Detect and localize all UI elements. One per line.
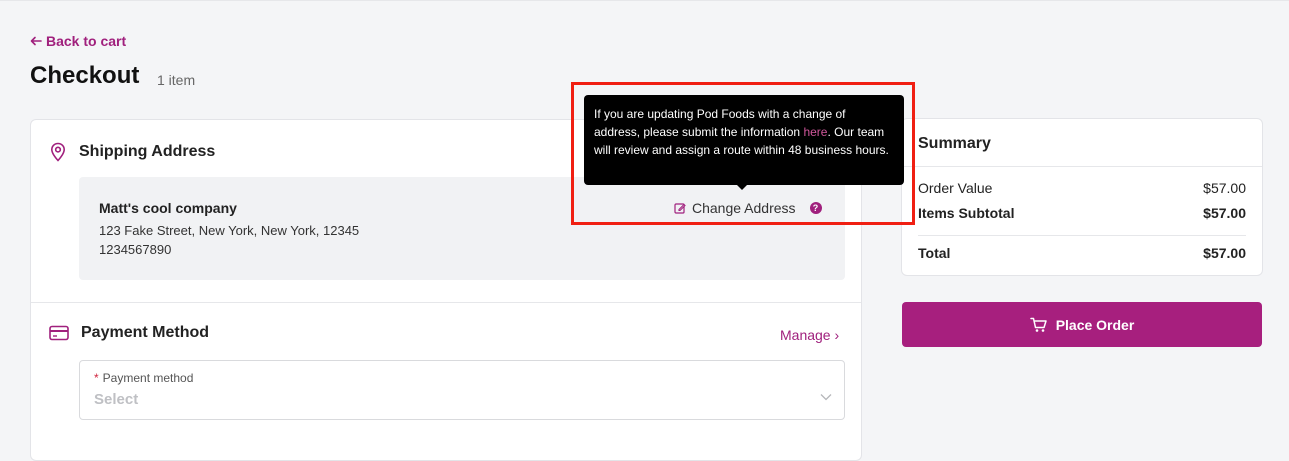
payment-method-select[interactable]: * Payment method Select — [79, 360, 845, 420]
order-value-label: Order Value — [918, 180, 993, 196]
payment-method-label-text: Payment method — [102, 371, 194, 385]
edit-icon — [674, 203, 686, 214]
change-address-tooltip: If you are updating Pod Foods with a cha… — [584, 95, 904, 185]
address-street: 123 Fake Street, New York, New York, 123… — [99, 223, 360, 238]
order-value: $57.00 — [1203, 180, 1246, 196]
total-value: $57.00 — [1203, 245, 1246, 261]
chevron-down-icon — [820, 394, 832, 401]
address-company-name: Matt's cool company — [99, 200, 237, 216]
place-order-button[interactable]: Place Order — [902, 302, 1262, 347]
manage-payment-link[interactable]: Manage › — [780, 327, 839, 343]
payment-method-header: Payment Method — [49, 324, 209, 342]
page-title: Checkout — [30, 62, 140, 89]
manage-label: Manage — [780, 327, 831, 343]
tooltip-here-link[interactable]: here — [803, 125, 827, 139]
section-divider — [31, 302, 861, 303]
payment-method-label: * Payment method — [94, 371, 193, 385]
shipping-address-title: Shipping Address — [79, 143, 216, 160]
credit-card-icon — [49, 325, 69, 341]
arrow-left-icon — [30, 36, 42, 46]
summary-divider — [902, 166, 1262, 167]
tooltip-arrow — [736, 184, 748, 190]
summary-order-value-row: Order Value $57.00 — [918, 180, 1246, 196]
back-to-cart-link[interactable]: Back to cart — [30, 33, 126, 49]
top-border — [0, 0, 1289, 1]
cart-icon — [1029, 317, 1047, 332]
help-icon[interactable]: ? — [809, 202, 822, 214]
summary-total-divider — [918, 235, 1246, 236]
chevron-right-icon: › — [834, 327, 840, 343]
address-box: Matt's cool company 123 Fake Street, New… — [79, 177, 845, 280]
total-label: Total — [918, 245, 951, 261]
back-to-cart-label: Back to cart — [46, 33, 127, 49]
summary-card: Summary Order Value $57.00 Items Subtota… — [901, 118, 1263, 276]
items-subtotal-label: Items Subtotal — [918, 205, 1015, 221]
payment-method-title: Payment Method — [81, 324, 210, 341]
summary-items-subtotal-row: Items Subtotal $57.00 — [918, 205, 1246, 221]
summary-title: Summary — [918, 135, 991, 152]
location-pin-icon — [50, 142, 66, 162]
items-subtotal: $57.00 — [1203, 205, 1246, 221]
payment-method-placeholder: Select — [94, 391, 139, 408]
change-address-label: Change Address — [692, 200, 796, 216]
required-mark: * — [94, 371, 99, 385]
item-count: 1 item — [157, 72, 196, 88]
address-phone: 1234567890 — [99, 242, 172, 257]
summary-total-row: Total $57.00 — [918, 245, 1246, 261]
shipping-address-header: Shipping Address — [49, 142, 215, 162]
place-order-label: Place Order — [1055, 316, 1135, 333]
change-address-button[interactable]: Change Address ? — [674, 200, 822, 216]
